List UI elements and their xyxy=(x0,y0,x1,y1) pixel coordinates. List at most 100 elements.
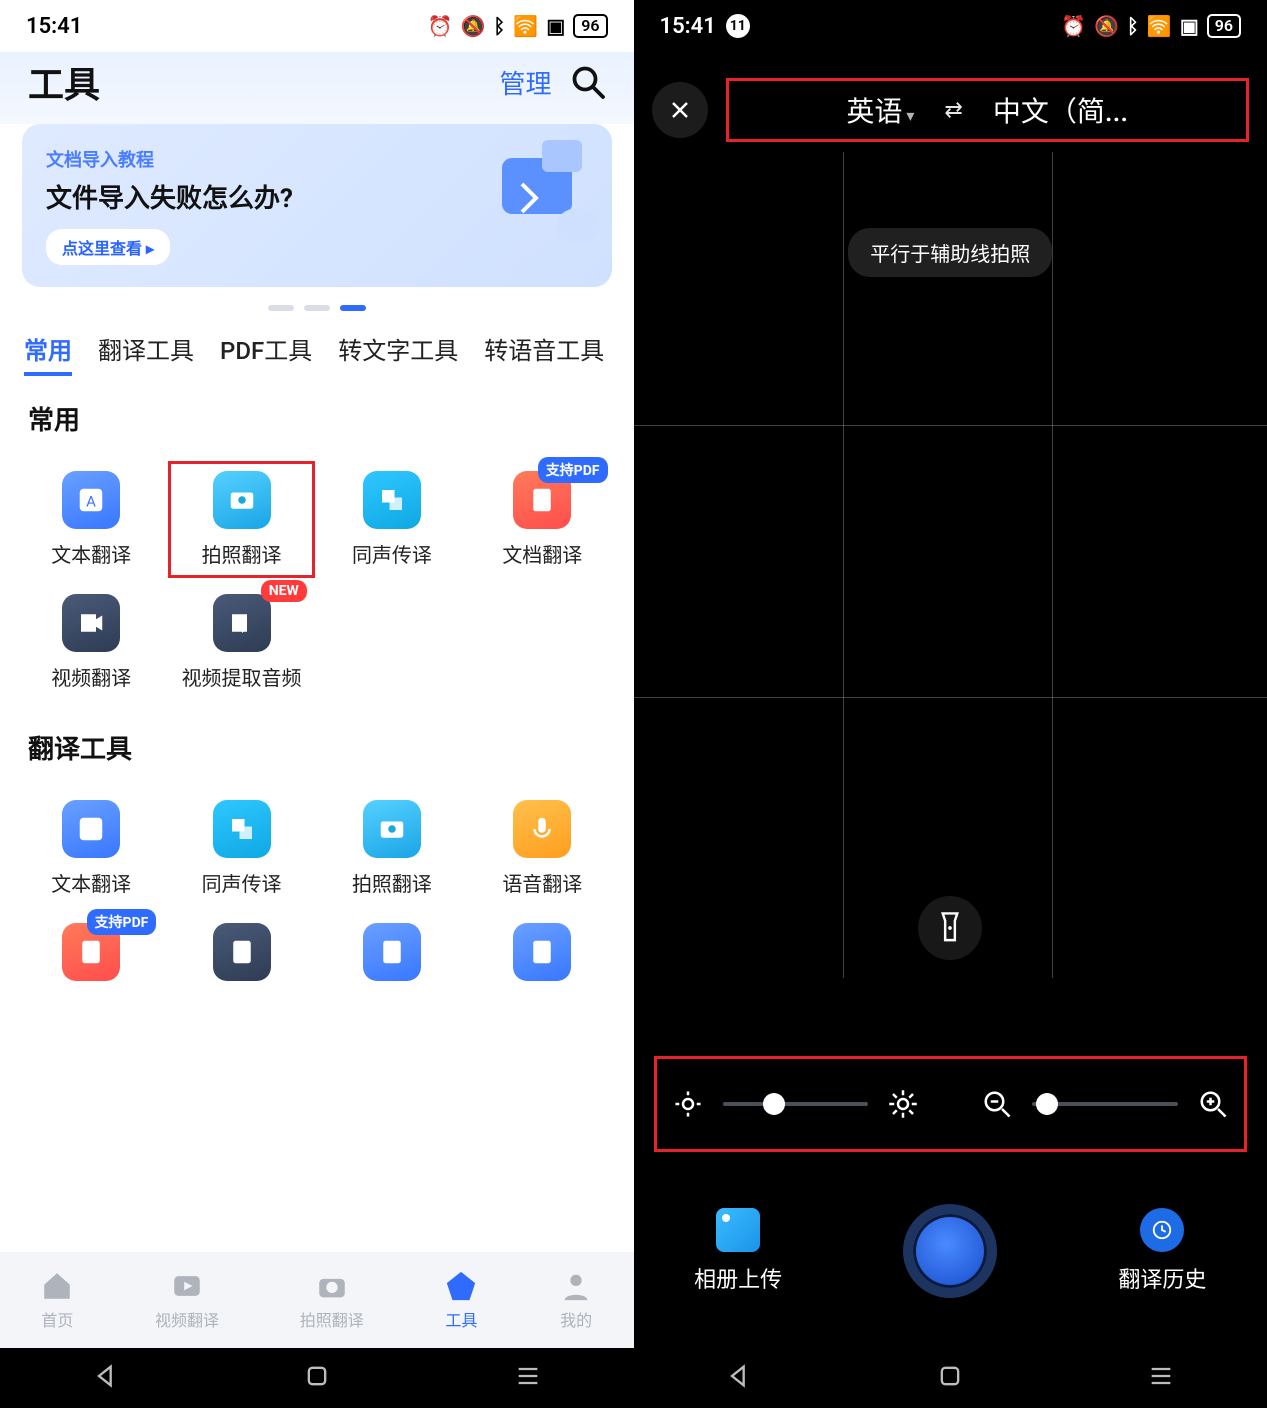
home-button[interactable] xyxy=(936,1362,964,1394)
alarm-icon: ⏰ xyxy=(1061,14,1086,38)
manage-button[interactable]: 管理 xyxy=(499,64,551,101)
flashlight-toggle[interactable] xyxy=(918,896,982,960)
tool-simultaneous-2[interactable]: 同声传译 xyxy=(168,790,314,907)
camera-translate-icon xyxy=(213,471,271,529)
brightness-slider[interactable] xyxy=(723,1102,869,1106)
tool-text-translate[interactable]: A 文本翻译 xyxy=(18,461,164,578)
zoom-slider[interactable] xyxy=(1032,1102,1178,1106)
tool-icon xyxy=(513,923,571,981)
tile-label: 拍照翻译 xyxy=(202,539,282,568)
source-language[interactable]: 英语 xyxy=(846,90,914,130)
nav-label: 我的 xyxy=(560,1307,592,1331)
tool-row2-1[interactable]: 支持PDF xyxy=(18,913,164,991)
tile-label: 同声传译 xyxy=(202,868,282,897)
swap-languages-icon[interactable]: ⇄ xyxy=(944,98,962,123)
flashlight-icon xyxy=(935,911,965,945)
tile-label: 视频翻译 xyxy=(51,662,131,691)
nav-profile[interactable]: 我的 xyxy=(559,1269,593,1331)
language-selector[interactable]: 英语 ⇄ 中文（简... xyxy=(726,78,1250,142)
header: 工具 管理 xyxy=(0,52,634,124)
text-translate-icon: A xyxy=(62,471,120,529)
nav-tools[interactable]: 工具 xyxy=(444,1269,478,1331)
tab-tospeech[interactable]: 转语音工具 xyxy=(484,331,604,376)
tool-voice-translate[interactable]: 语音翻译 xyxy=(469,790,615,907)
shutter-button[interactable] xyxy=(903,1204,997,1298)
nav-home[interactable]: 首页 xyxy=(40,1269,74,1331)
tab-totext[interactable]: 转文字工具 xyxy=(338,331,458,376)
bottom-nav: 首页 视频翻译 拍照翻译 工具 我的 xyxy=(0,1252,634,1348)
tile-label: 文档翻译 xyxy=(502,539,582,568)
vpn-icon: ▣ xyxy=(1180,14,1199,38)
alignment-tip: 平行于辅助线拍照 xyxy=(848,228,1052,277)
tool-video-translate[interactable]: 视频翻译 xyxy=(18,584,164,701)
nav-photo-translate[interactable]: 拍照翻译 xyxy=(300,1269,364,1331)
camera-icon xyxy=(315,1269,349,1303)
clock: 15:41 xyxy=(660,14,716,39)
tool-photo-translate-2[interactable]: 拍照翻译 xyxy=(319,790,465,907)
svg-text:A: A xyxy=(86,492,96,510)
history-icon xyxy=(1140,1208,1184,1252)
battery-indicator: 96 xyxy=(1207,14,1241,38)
mute-icon: 🔕 xyxy=(1094,14,1119,38)
simultaneous-icon xyxy=(363,471,421,529)
tile-label: 语音翻译 xyxy=(502,868,582,897)
tool-row2-3[interactable] xyxy=(319,913,465,991)
tab-translate[interactable]: 翻译工具 xyxy=(98,331,194,376)
banner-cta[interactable]: 点这里查看 ▸ xyxy=(46,229,170,265)
mute-icon: 🔕 xyxy=(461,14,486,38)
zoom-in-icon[interactable] xyxy=(1196,1087,1230,1121)
album-upload-button[interactable]: 相册上传 xyxy=(694,1208,782,1294)
status-bar: 15:41 11 ⏰ 🔕 ᛒ 🛜 ▣ 96 xyxy=(634,0,1267,52)
search-button[interactable] xyxy=(570,64,606,100)
album-icon xyxy=(716,1208,760,1252)
status-bar: 15:41 ⏰ 🔕 ᛒ 🛜 ▣ 96 xyxy=(0,0,634,52)
tool-doc-translate[interactable]: 支持PDF 文档翻译 xyxy=(469,461,615,578)
tab-common[interactable]: 常用 xyxy=(24,331,72,376)
target-language[interactable]: 中文（简... xyxy=(993,90,1128,130)
tile-label: 视频提取音频 xyxy=(182,662,302,691)
tool-row2-2[interactable] xyxy=(168,913,314,991)
brightness-up-icon[interactable] xyxy=(886,1087,920,1121)
brightness-down-icon[interactable] xyxy=(671,1087,705,1121)
tool-video-extract-audio[interactable]: NEW 视频提取音频 xyxy=(168,584,314,701)
tile-label: 同声传译 xyxy=(352,539,432,568)
bluetooth-icon: ᛒ xyxy=(493,14,505,38)
section-title-common: 常用 xyxy=(0,390,634,451)
battery-indicator: 96 xyxy=(573,14,607,38)
recent-button[interactable] xyxy=(514,1362,542,1394)
back-button[interactable] xyxy=(725,1362,753,1394)
nav-label: 首页 xyxy=(41,1307,73,1331)
tool-photo-translate[interactable]: 拍照翻译 xyxy=(168,461,314,578)
clock: 15:41 xyxy=(26,14,82,39)
home-button[interactable] xyxy=(303,1362,331,1394)
tab-pdf[interactable]: PDF工具 xyxy=(220,331,312,376)
new-badge: NEW xyxy=(261,580,307,602)
zoom-out-icon[interactable] xyxy=(980,1087,1014,1121)
tutorial-banner[interactable]: 文档导入教程 文件导入失败怎么办? 点这里查看 ▸ xyxy=(22,124,612,287)
back-button[interactable] xyxy=(92,1362,120,1394)
text-translate-icon xyxy=(62,800,120,858)
camera-translate-icon xyxy=(363,800,421,858)
carousel-dots[interactable] xyxy=(0,299,634,321)
category-tabs: 常用 翻译工具 PDF工具 转文字工具 转语音工具 xyxy=(0,321,634,390)
history-button[interactable]: 翻译历史 xyxy=(1118,1208,1206,1294)
video-translate-icon xyxy=(62,594,120,652)
camera-view: 英语 ⇄ 中文（简... 平行于辅助线拍照 xyxy=(634,52,1267,1348)
recent-button[interactable] xyxy=(1147,1362,1175,1394)
search-icon xyxy=(570,64,606,100)
tool-row2-4[interactable] xyxy=(469,913,615,991)
close-icon xyxy=(668,98,692,122)
alarm-icon: ⏰ xyxy=(428,14,453,38)
tool-text-translate-2[interactable]: 文本翻译 xyxy=(18,790,164,907)
home-icon xyxy=(40,1269,74,1303)
album-label: 相册上传 xyxy=(694,1262,782,1294)
tool-icon xyxy=(213,923,271,981)
system-nav xyxy=(0,1348,634,1408)
close-button[interactable] xyxy=(652,82,708,138)
video-icon xyxy=(170,1269,204,1303)
notification-count: 11 xyxy=(726,14,750,38)
nav-video-translate[interactable]: 视频翻译 xyxy=(155,1269,219,1331)
tool-simultaneous[interactable]: 同声传译 xyxy=(319,461,465,578)
tile-label: 文本翻译 xyxy=(51,539,131,568)
page-title: 工具 xyxy=(28,56,100,108)
